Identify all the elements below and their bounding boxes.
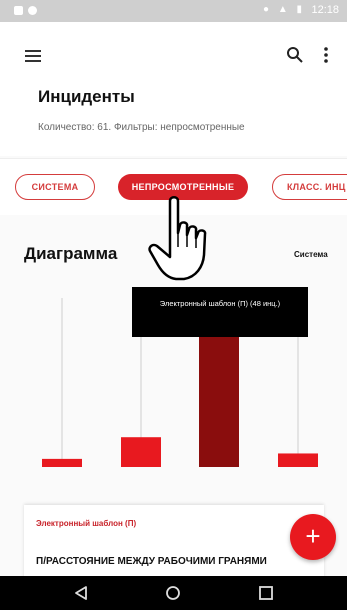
signal-battery-icons: ● ▲ ▮ — [263, 4, 305, 15]
nav-back-icon[interactable] — [72, 584, 90, 602]
nav-recents-icon[interactable] — [257, 584, 275, 602]
add-incident-button[interactable]: + — [290, 514, 336, 560]
app-toolbar — [0, 22, 347, 82]
filter-summary: Количество: 61. Фильтры: непросмотренные — [38, 122, 245, 133]
hand-pointer-icon — [148, 196, 207, 281]
chip-incident-class[interactable]: КЛАСС. ИНЦ — [272, 174, 347, 200]
chart-bar-2[interactable] — [199, 337, 239, 467]
status-time: 12:18 — [311, 4, 339, 16]
chart-bar-0[interactable] — [42, 458, 82, 467]
nav-home-icon[interactable] — [164, 584, 182, 602]
card-title: Электронный шаблон (П) — [36, 519, 137, 528]
notification-icon-2 — [28, 6, 37, 15]
chart-bar-3[interactable] — [278, 453, 318, 467]
page-title: Инциденты — [38, 87, 135, 106]
incident-card[interactable] — [24, 505, 324, 583]
system-nav-bar — [0, 576, 347, 610]
search-icon[interactable] — [286, 46, 304, 64]
menu-icon[interactable] — [25, 50, 41, 62]
status-bar: ● ▲ ▮ 12:18 — [0, 0, 347, 22]
chip-system[interactable]: СИСТЕМА — [15, 174, 95, 200]
notification-icon — [14, 6, 23, 15]
diagram-title: Диаграмма — [24, 244, 118, 263]
more-vert-icon[interactable] — [322, 46, 330, 64]
chart-bar-1[interactable] — [121, 437, 161, 467]
card-body: П/РАССТОЯНИЕ МЕЖДУ РАБОЧИМИ ГРАНЯМИ — [36, 556, 267, 567]
bar-tooltip: Электронный шаблон (П) (48 инц.) — [132, 287, 308, 337]
diagram-group-label: Система — [294, 250, 328, 259]
